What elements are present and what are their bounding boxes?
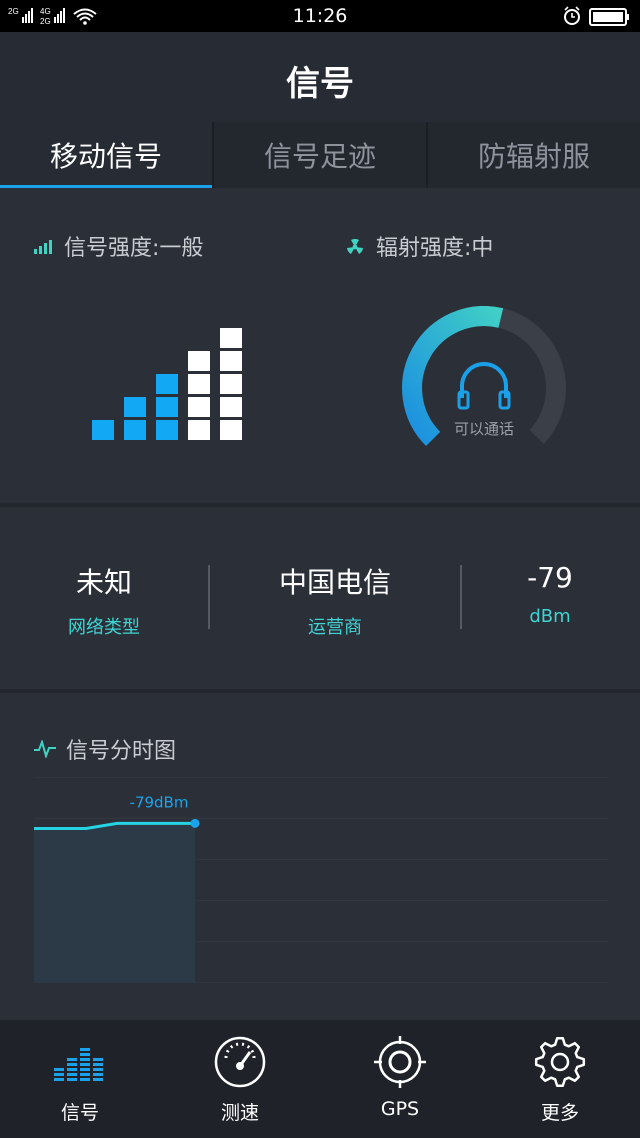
status-time: 11:26 xyxy=(292,5,348,27)
nav-signal-label: 信号 xyxy=(60,1102,99,1124)
headphones-icon xyxy=(457,362,511,410)
chart-value-label: -79dBm xyxy=(130,793,189,811)
tab-signal-footprint[interactable]: 信号足迹 xyxy=(212,122,426,188)
nav-speedtest-label: 测速 xyxy=(220,1102,259,1124)
nav-gps[interactable]: GPS xyxy=(320,1020,480,1138)
carrier-value: 中国电信 xyxy=(278,566,391,599)
signal-bar-cell xyxy=(220,420,242,440)
nav-more-label: 更多 xyxy=(540,1102,579,1124)
tab-mobile-signal[interactable]: 移动信号 xyxy=(0,122,212,188)
info-section: 未知 网络类型 中国电信 运营商 -79 dBm xyxy=(0,507,640,689)
network-type-label: 网络类型 xyxy=(68,617,140,638)
radiation-strength-row: 辐射强度:中 xyxy=(344,230,493,262)
signal-bars-icon xyxy=(34,240,52,254)
dbm-block: -79 dBm xyxy=(500,561,600,627)
signal-bar-cell xyxy=(220,351,242,371)
signal-bar-cell xyxy=(188,374,210,394)
signal-bar-cell xyxy=(188,351,210,371)
pulse-icon xyxy=(34,740,56,758)
signal-bar-cell xyxy=(92,420,114,440)
info-divider xyxy=(460,565,462,629)
carrier-label: 运营商 xyxy=(308,617,362,638)
status-bar: 2G 4G 2G 11:26 xyxy=(0,0,640,32)
signal-bar-cell xyxy=(220,374,242,394)
dbm-value: -79 xyxy=(527,561,573,594)
speedometer-icon xyxy=(214,1036,266,1088)
tab-radiation-suit[interactable]: 防辐射服 xyxy=(426,122,640,188)
bottom-nav: 信号 测速 GPS 更多 xyxy=(0,1020,640,1138)
chart-section: 信号分时图 -79dBm xyxy=(0,693,640,1020)
chart-last-point xyxy=(190,818,200,828)
signal-bar-cell xyxy=(124,420,146,440)
dbm-label: dBm xyxy=(529,606,571,627)
info-divider xyxy=(208,565,210,629)
page-title: 信号 xyxy=(286,64,354,104)
carrier-block: 中国电信 运营商 xyxy=(250,561,420,639)
signal-timeline-chart: -79dBm xyxy=(34,777,608,983)
signal-strength-row: 信号强度:一般 xyxy=(34,230,203,262)
status-right xyxy=(562,5,632,27)
chart-area xyxy=(34,823,195,983)
signal-bar-cell xyxy=(220,397,242,417)
signal-strength-label: 信号强度:一般 xyxy=(64,236,204,261)
network-type-block: 未知 网络类型 xyxy=(40,561,168,639)
signal-bar-cell xyxy=(188,420,210,440)
crosshair-icon xyxy=(374,1036,426,1088)
network-type-value: 未知 xyxy=(75,566,132,599)
signal-bar-cell xyxy=(156,374,178,394)
signal-strength-graphic xyxy=(92,328,242,440)
signal-bar-cell xyxy=(124,397,146,417)
alarm-icon xyxy=(564,6,580,25)
nav-signal[interactable]: 信号 xyxy=(0,1020,160,1138)
nav-gps-label: GPS xyxy=(380,1098,420,1120)
gauge-caption: 可以通话 xyxy=(454,420,514,438)
nav-more[interactable]: 更多 xyxy=(480,1020,640,1138)
signal-bar-cell xyxy=(188,397,210,417)
status-icons xyxy=(564,6,629,26)
battery-icon xyxy=(589,8,629,26)
equalizer-icon xyxy=(54,1048,103,1081)
signal-bar-cell xyxy=(156,397,178,417)
signal-bar-cell xyxy=(220,328,242,348)
nav-speedtest[interactable]: 测速 xyxy=(160,1020,320,1138)
gear-icon xyxy=(534,1036,586,1088)
chart-title: 信号分时图 xyxy=(66,739,177,764)
signal-bar-cell xyxy=(156,420,178,440)
header: 信号 xyxy=(0,32,640,122)
radiation-gauge: 可以通话 xyxy=(402,306,566,446)
tab-bar: 移动信号 信号足迹 防辐射服 xyxy=(0,122,640,188)
radiation-strength-label: 辐射强度:中 xyxy=(376,236,494,261)
radiation-icon xyxy=(347,238,363,254)
signal-section: 信号强度:一般 辐射强度:中 可以通话 xyxy=(0,188,640,503)
chart-title-row: 信号分时图 xyxy=(34,733,176,765)
